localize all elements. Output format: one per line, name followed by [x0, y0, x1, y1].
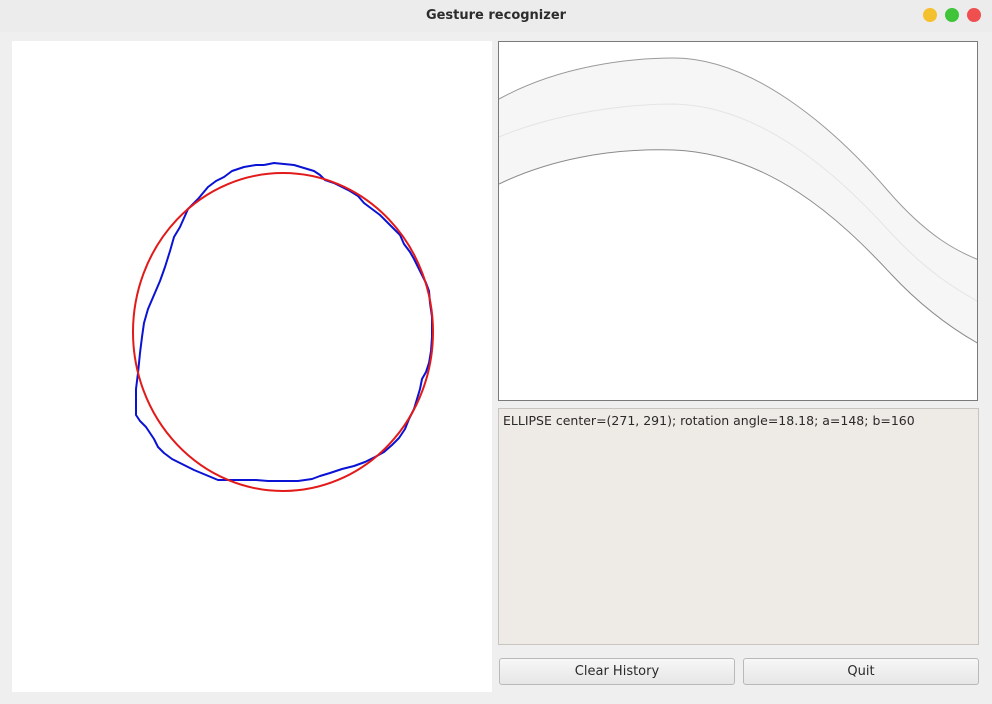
- drawn-stroke: [135, 162, 433, 482]
- output-text-area[interactable]: ELLIPSE center=(271, 291); rotation angl…: [498, 408, 979, 645]
- clear-history-button[interactable]: Clear History: [499, 658, 735, 685]
- title-bar[interactable]: Gesture recognizer: [0, 0, 992, 32]
- drawing-canvas[interactable]: [12, 41, 492, 692]
- preview-stroke-band: [499, 58, 977, 343]
- window-title: Gesture recognizer: [425, 8, 567, 23]
- minimize-icon[interactable]: [923, 8, 937, 22]
- gesture-preview: [498, 41, 978, 401]
- quit-button[interactable]: Quit: [743, 658, 979, 685]
- fitted-ellipse: [132, 172, 434, 492]
- app-window: Gesture recognizer ELLIPSE center=(271, …: [0, 0, 992, 704]
- close-icon[interactable]: [967, 8, 981, 22]
- maximize-icon[interactable]: [945, 8, 959, 22]
